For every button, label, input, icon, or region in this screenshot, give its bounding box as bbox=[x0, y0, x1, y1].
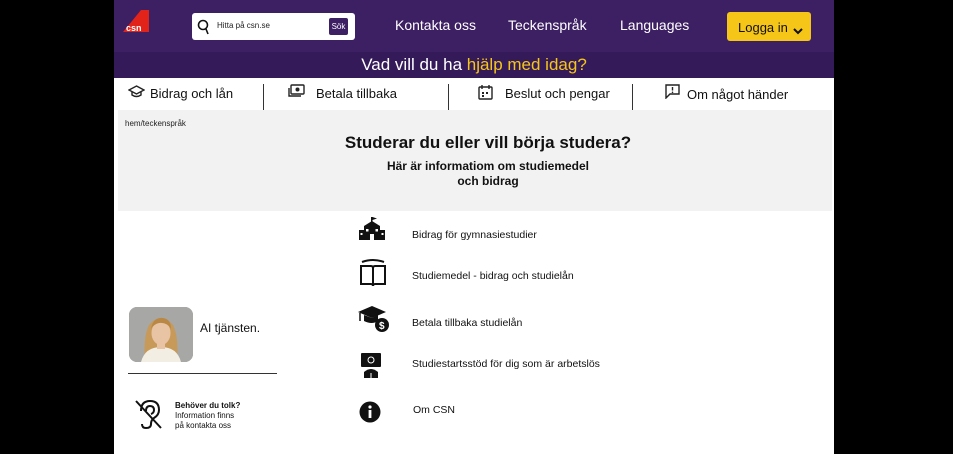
interpreter-title: Behöver du tolk? bbox=[175, 401, 241, 410]
svg-text:$: $ bbox=[379, 321, 385, 332]
search-box[interactable]: Hitta på csn.se Sök bbox=[192, 13, 355, 40]
breadcrumb[interactable]: hem/teckenspråk bbox=[125, 119, 186, 128]
ai-service-label[interactable]: AI tjänsten. bbox=[200, 321, 260, 335]
subtitle-line-1: Här är informatiom om studiemedel bbox=[386, 159, 590, 173]
money-icon bbox=[288, 84, 305, 97]
category-tabs: Bidrag och lån Betala tillbaka Beslut oc… bbox=[114, 78, 834, 110]
tab-divider bbox=[263, 84, 264, 110]
login-label: Logga in bbox=[738, 20, 788, 35]
book-icon bbox=[360, 259, 386, 287]
ai-avatar[interactable] bbox=[129, 307, 193, 362]
tab-divider bbox=[448, 84, 449, 110]
tab-label: Om något händer bbox=[687, 87, 789, 102]
chevron-down-icon bbox=[793, 28, 803, 35]
list-item-om-csn[interactable]: Om CSN bbox=[358, 400, 658, 434]
list-item-studiemedel[interactable]: Studiemedel - bidrag och studielån bbox=[358, 258, 658, 292]
csn-logo[interactable]: csn bbox=[123, 10, 149, 36]
subtitle-line-2: och bidrag bbox=[457, 174, 519, 188]
login-button[interactable]: Logga in bbox=[727, 12, 811, 41]
tab-divider bbox=[632, 84, 633, 110]
banner-highlight: hjälp med idag? bbox=[466, 55, 587, 74]
list-item-label: Studiestartsstöd för dig som är arbetslö… bbox=[412, 358, 600, 370]
page: csn Hitta på csn.se Sök Kontakta oss Tec… bbox=[114, 0, 834, 454]
list-item-bidrag-gymnasiestudier[interactable]: Bidrag för gymnasiestudier bbox=[358, 216, 658, 250]
list-item-label: Om CSN bbox=[413, 404, 455, 416]
graduation-payment-icon: $ bbox=[358, 306, 389, 332]
message-alert-icon bbox=[665, 84, 680, 99]
interpreter-line-3: på kontakta oss bbox=[175, 421, 232, 430]
interpreter-line-2: Information finns bbox=[175, 411, 235, 420]
help-banner: Vad vill du ha hjälp med idag? bbox=[114, 52, 834, 78]
top-header: csn Hitta på csn.se Sök Kontakta oss Tec… bbox=[114, 0, 834, 52]
list-item-studiestartsstod[interactable]: Studiestartsstöd för dig som är arbetslö… bbox=[358, 351, 658, 385]
nav-kontakta-oss[interactable]: Kontakta oss bbox=[395, 17, 476, 33]
nav-teckensprak[interactable]: Teckenspråk bbox=[508, 17, 587, 33]
graduation-cap-icon bbox=[128, 85, 145, 98]
svg-text:csn: csn bbox=[126, 23, 142, 33]
search-input[interactable]: Hitta på csn.se bbox=[217, 21, 270, 30]
info-icon bbox=[359, 401, 381, 423]
school-icon bbox=[359, 217, 385, 240]
search-button[interactable]: Sök bbox=[329, 18, 348, 35]
ear-interpreter-icon bbox=[135, 399, 162, 430]
interpreter-info[interactable]: Behöver du tolk? Information finns på ko… bbox=[175, 401, 255, 431]
page-subtitle: Här är informatiom om studiemedel och bi… bbox=[350, 159, 626, 189]
banner-text: Vad vill du ha bbox=[361, 55, 467, 74]
tab-label: Bidrag och lån bbox=[150, 86, 234, 101]
sidebar-divider bbox=[128, 373, 277, 374]
list-item-betala-tillbaka-studielan[interactable]: $ Betala tillbaka studielån bbox=[358, 305, 658, 339]
list-item-label: Studiemedel - bidrag och studielån bbox=[412, 270, 574, 282]
nav-languages[interactable]: Languages bbox=[620, 17, 689, 33]
page-title: Studerar du eller vill börja studera? bbox=[344, 133, 632, 152]
tab-label: Beslut och pengar bbox=[505, 86, 610, 101]
hero-section: hem/teckenspråk Studerar du eller vill b… bbox=[118, 110, 832, 211]
search-icon bbox=[197, 19, 209, 35]
calendar-icon bbox=[478, 85, 493, 100]
tab-label: Betala tillbaka bbox=[316, 86, 397, 101]
list-item-label: Bidrag för gymnasiestudier bbox=[412, 229, 537, 241]
presenter-icon bbox=[361, 353, 381, 378]
list-item-label: Betala tillbaka studielån bbox=[412, 317, 523, 329]
